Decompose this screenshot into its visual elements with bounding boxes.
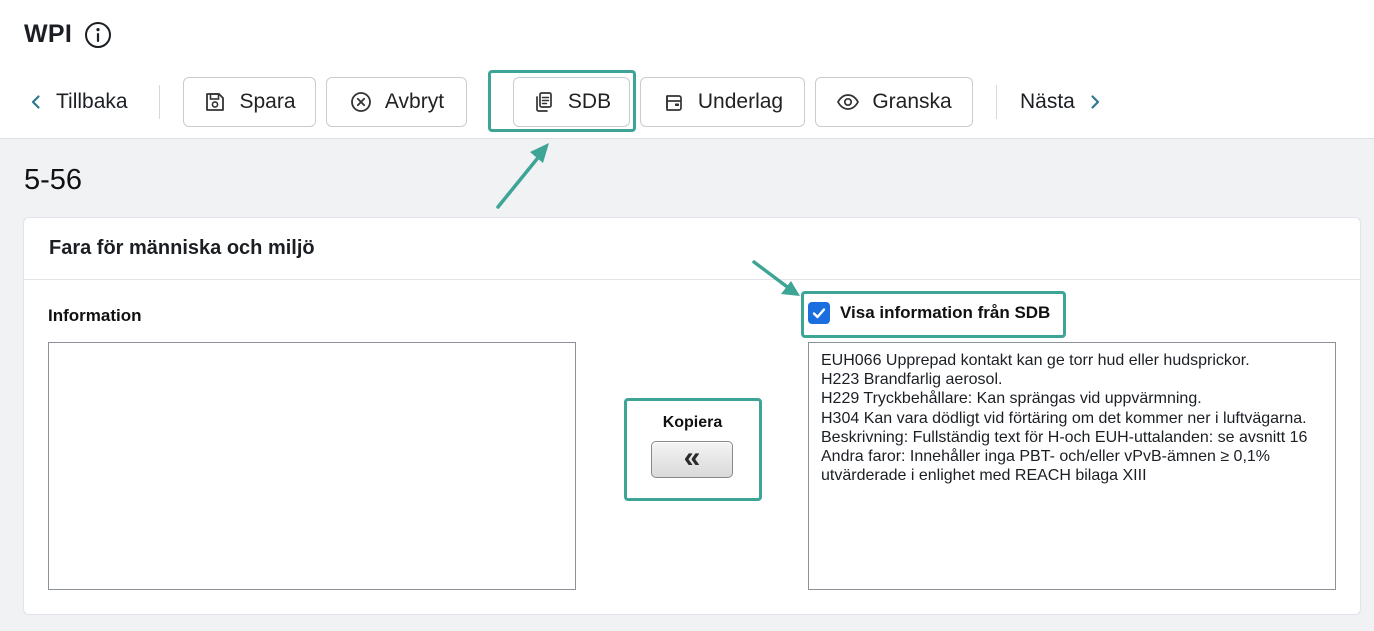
info-icon[interactable]: [84, 21, 112, 49]
documents-icon: [536, 92, 552, 112]
information-textarea[interactable]: [48, 342, 576, 590]
chevron-left-icon: [31, 95, 40, 109]
back-label: Tillbaka: [56, 90, 128, 113]
sdb-info-checkbox[interactable]: [808, 302, 830, 324]
cancel-circle-icon: [351, 92, 371, 112]
sdb-info-checkbox-label: Visa information från SDB: [840, 303, 1051, 322]
sdb-label: SDB: [567, 90, 612, 113]
arrow-to-sdb-icon: [496, 143, 549, 209]
sdb-info-textarea[interactable]: EUH066 Upprepad kontakt kan ge torr hud …: [808, 342, 1336, 590]
sdb-button[interactable]: SDB: [513, 77, 630, 127]
copy-label: Kopiera: [662, 414, 723, 431]
underlag-label: Underlag: [697, 90, 784, 113]
sdb-line: Andra faror: Innehåller inga PBT- och/el…: [821, 448, 1271, 485]
back-link[interactable]: Tillbaka: [28, 77, 128, 127]
sdb-line: EUH066 Upprepad kontakt kan ge torr hud …: [821, 352, 1250, 369]
top-bar: WPI Tillbaka Spara Avbryt SDB Underlag G…: [0, 0, 1374, 139]
review-button[interactable]: Granska: [815, 77, 973, 127]
cancel-button[interactable]: Avbryt: [326, 77, 467, 127]
section-number: 5-56: [24, 164, 83, 196]
app-header: WPI: [24, 20, 112, 49]
sdb-line: H223 Brandfarlig aerosol.: [821, 371, 1003, 389]
information-label: Information: [48, 306, 142, 325]
save-label: Spara: [239, 90, 296, 113]
save-icon: [206, 93, 225, 111]
review-label: Granska: [872, 90, 952, 113]
sdb-line: Beskrivning: Fullständig text för H-och …: [821, 428, 1308, 446]
next-label: Nästa: [1020, 90, 1075, 113]
sdb-line: H304 Kan vara dödligt vid förtäring om d…: [821, 409, 1307, 427]
card-title: Fara för människa och miljö: [24, 218, 1360, 280]
toolbar: Tillbaka Spara Avbryt SDB Underlag Grans…: [0, 77, 1374, 127]
wallet-icon: [666, 95, 682, 111]
toolbar-divider: [996, 85, 997, 119]
checkmark-icon: [812, 308, 826, 319]
eye-icon: [837, 94, 860, 110]
underlag-button[interactable]: Underlag: [640, 77, 805, 127]
app-title: WPI: [24, 20, 73, 48]
save-button[interactable]: Spara: [183, 77, 316, 127]
copy-button[interactable]: «: [651, 441, 733, 478]
chevron-right-icon: [1091, 95, 1099, 109]
sdb-line: H229 Tryckbehållare: Kan sprängas vid up…: [821, 390, 1202, 408]
double-chevron-left-icon: «: [683, 440, 701, 474]
sdb-info-checkbox-row[interactable]: Visa information från SDB: [808, 302, 1050, 324]
next-link[interactable]: Nästa: [1020, 77, 1103, 127]
cancel-label: Avbryt: [384, 90, 445, 113]
toolbar-divider: [159, 85, 160, 119]
